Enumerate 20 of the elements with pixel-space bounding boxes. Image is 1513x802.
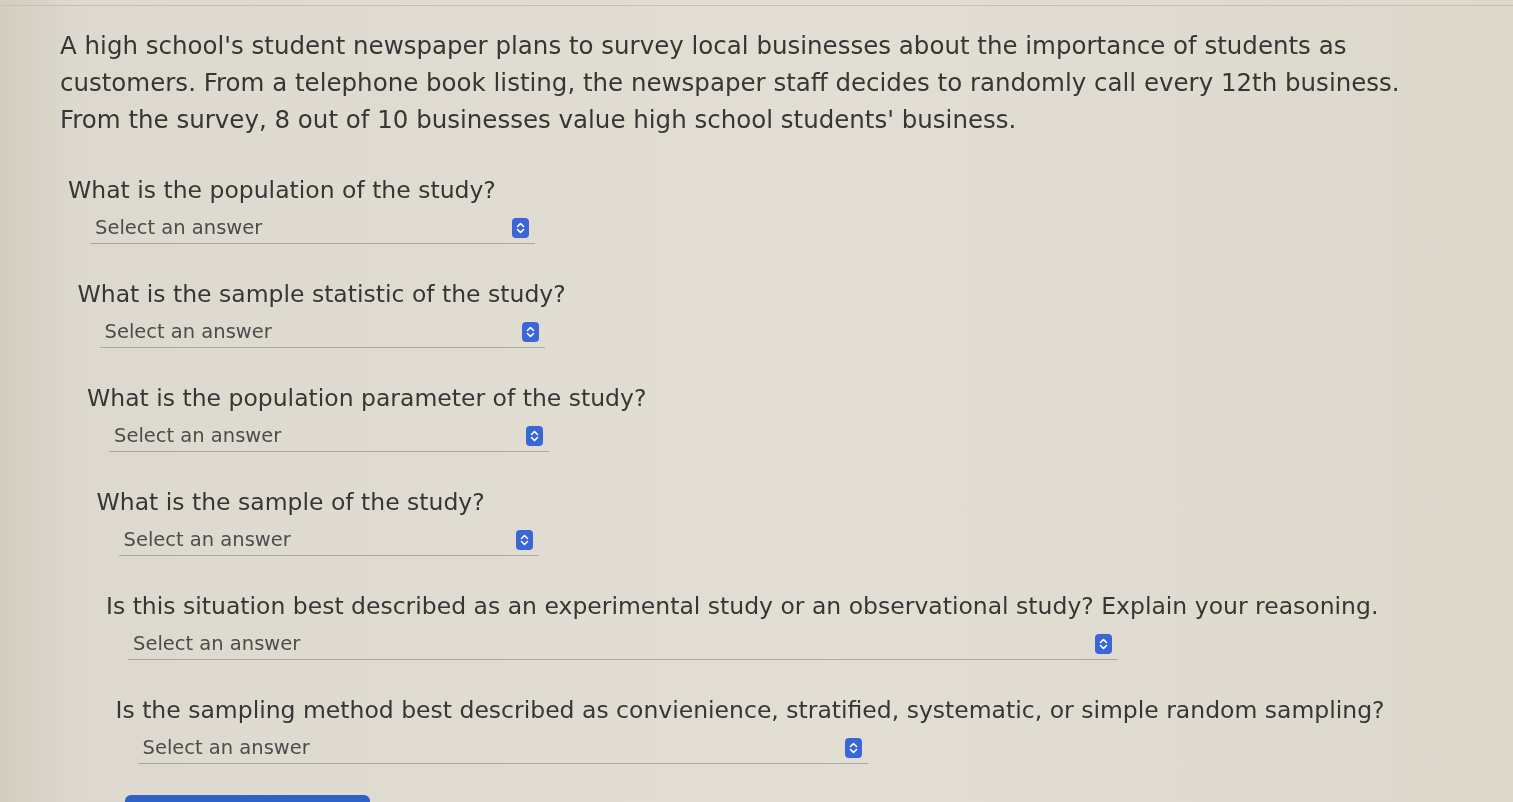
answer-select[interactable]: Select an answer xyxy=(128,628,1118,660)
question-text: What is the population of the study? xyxy=(68,175,496,205)
question-text: Is this situation best described as an experimental study or an observational study? Explain your reasoning. xyxy=(106,591,1379,621)
updown-arrows-icon xyxy=(512,217,529,238)
updown-arrows-icon xyxy=(521,321,539,342)
updown-arrows-icon xyxy=(515,529,533,550)
question-text: Is the sampling method best described as convienience, stratified, systematic, or simple random sampling? xyxy=(115,695,1385,725)
question-text: What is the population parameter of the study? xyxy=(87,383,647,413)
updown-arrows-icon xyxy=(526,425,543,446)
intro-paragraph: A high school's student newspaper plans to survey local businesses about the importance of students as customers. From a telephone book listing, the newspaper staff decides to randomly call every 12th business. From the survey, 8 out of 10 businesses value high school students' business. xyxy=(60,30,1400,136)
answer-select[interactable]: Select an answer xyxy=(90,212,535,244)
updown-arrows-icon xyxy=(1095,633,1112,654)
answer-select[interactable]: Select an answer xyxy=(109,420,549,452)
answer-select[interactable]: Select an answer xyxy=(137,732,868,764)
updown-arrows-icon xyxy=(844,737,862,758)
answer-select[interactable]: Select an answer xyxy=(118,524,539,556)
question-text: What is the sample of the study? xyxy=(96,487,485,517)
primary-button[interactable] xyxy=(125,795,370,802)
answer-select[interactable]: Select an answer xyxy=(99,316,545,348)
question-text: What is the sample statistic of the study? xyxy=(77,279,566,309)
